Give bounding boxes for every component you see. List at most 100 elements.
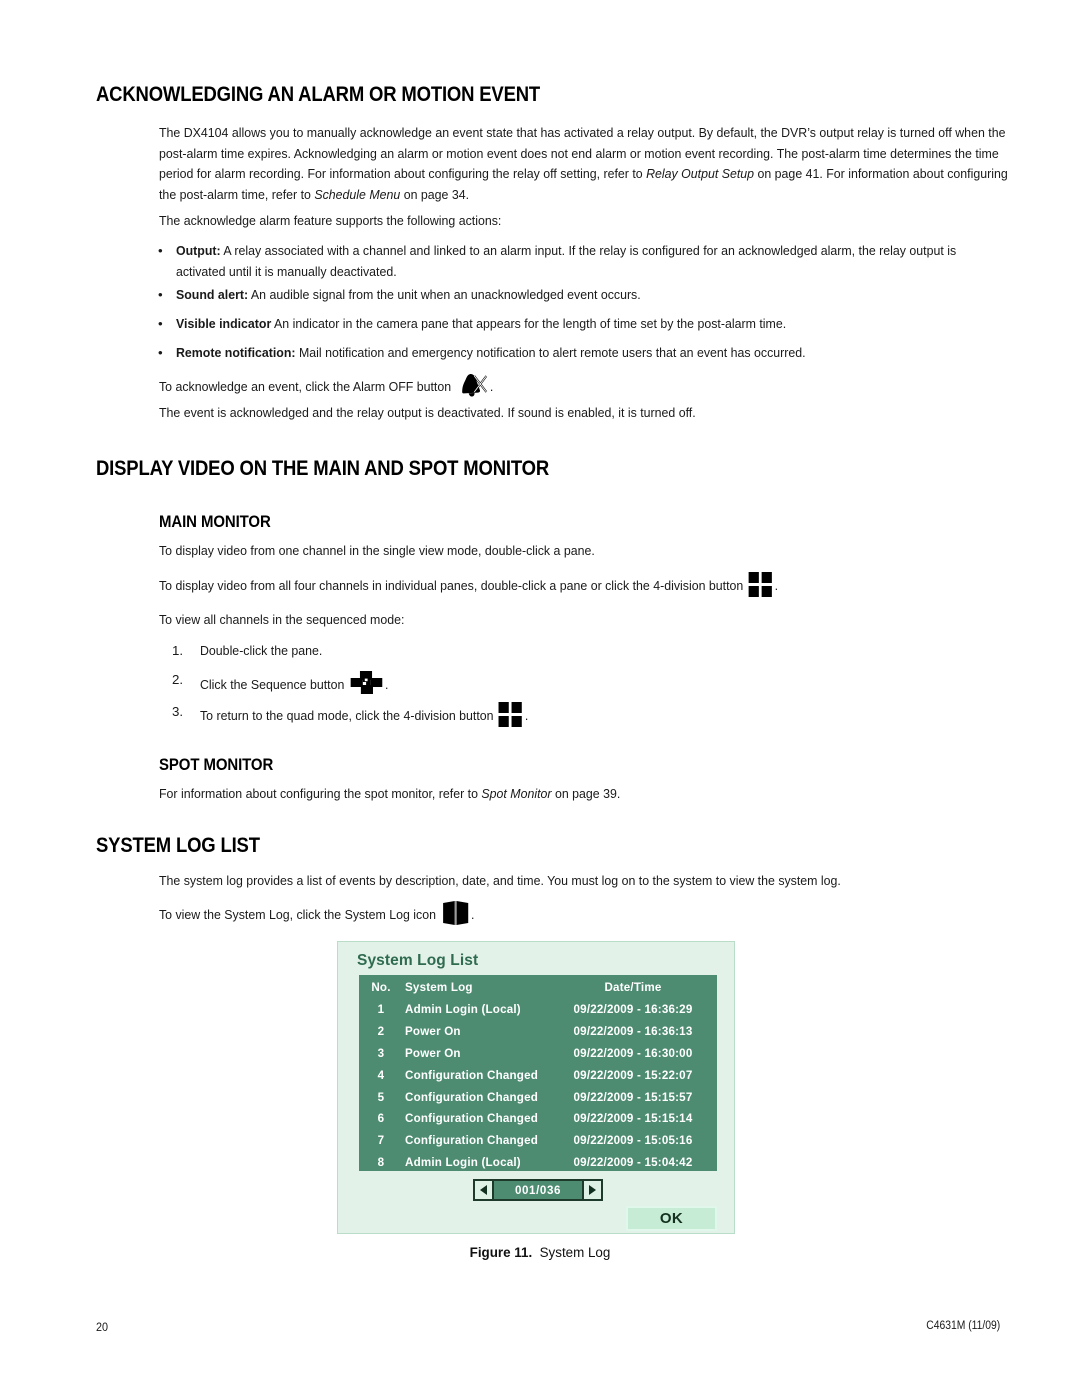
bell-slash-icon	[456, 372, 488, 398]
list-item: 1. Double-click the pane.	[172, 641, 1032, 662]
dialog-title: System Log List	[357, 952, 479, 969]
table-row[interactable]: 1 Admin Login (Local) 09/22/2009 - 16:36…	[359, 999, 717, 1021]
table-row[interactable]: 2 Power On 09/22/2009 - 16:36:13	[359, 1021, 717, 1043]
page-number: 20	[96, 1320, 109, 1334]
row-date: 09/22/2009 - 15:15:14	[573, 1112, 693, 1126]
table-row[interactable]: 5 Configuration Changed 09/22/2009 - 15:…	[359, 1086, 717, 1108]
table-row[interactable]: 3 Power On 09/22/2009 - 16:30:00	[359, 1043, 717, 1065]
row-no: 2	[377, 1025, 385, 1039]
chevron-right-icon	[589, 1185, 596, 1195]
row-no: 6	[377, 1112, 385, 1126]
row-date: 09/22/2009 - 15:15:57	[573, 1090, 693, 1104]
table-row[interactable]: 7 Configuration Changed 09/22/2009 - 15:…	[359, 1130, 717, 1152]
ack-click-line: To acknowledge an event, click the Alarm…	[159, 372, 977, 398]
bullet-content: Visible indicator An indicator in the ca…	[176, 314, 978, 335]
row-date: 09/22/2009 - 15:22:07	[573, 1068, 693, 1082]
row-no: 4	[377, 1068, 385, 1082]
pagination-control: 001/036	[473, 1179, 603, 1201]
bullet-text: An indicator in the camera pane that app…	[271, 316, 787, 331]
ack-result-line: The event is acknowledged and the relay …	[159, 405, 696, 420]
four-division-grid-icon	[748, 572, 773, 597]
heading-main-monitor: MAIN MONITOR	[159, 512, 271, 531]
bullet-marker: •	[158, 316, 163, 331]
open-book-icon	[441, 900, 469, 926]
row-date: 09/22/2009 - 16:30:00	[573, 1046, 693, 1060]
system-log-line-1: The system log provides a list of events…	[159, 873, 841, 888]
system-log-table: No. System Log Date/Time 1 Admin Login (…	[359, 975, 717, 1171]
bullet-label: Sound alert:	[176, 287, 249, 302]
page-indicator: 001/036	[494, 1179, 582, 1201]
row-log: Configuration Changed	[405, 1090, 539, 1104]
main-line2-period: .	[774, 578, 779, 593]
step-content: Click the Sequence button .	[200, 670, 974, 696]
figure-title: System Log	[539, 1245, 611, 1260]
row-date: 09/22/2009 - 16:36:29	[573, 1003, 693, 1017]
sequenced-mode-intro: To view all channels in the sequenced mo…	[159, 612, 405, 627]
ack-click-period: .	[489, 379, 494, 394]
bullet-text: A relay associated with a channel and li…	[176, 243, 957, 279]
row-no: 8	[377, 1155, 385, 1169]
document-code: C4631M (11/09)	[925, 1320, 1000, 1332]
table-header-row: No. System Log Date/Time	[359, 975, 717, 999]
row-no: 5	[377, 1090, 385, 1104]
row-no: 1	[377, 1003, 385, 1017]
chevron-left-icon	[480, 1185, 487, 1195]
table-row[interactable]: 8 Admin Login (Local) 09/22/2009 - 15:04…	[359, 1152, 717, 1174]
bullet-content: Sound alert: An audible signal from the …	[176, 285, 978, 306]
figure-label: Figure 11.	[469, 1245, 533, 1260]
list-item: 3. To return to the quad mode, click the…	[172, 702, 1032, 727]
row-date: 09/22/2009 - 16:36:13	[573, 1025, 693, 1039]
step-number: 2.	[172, 672, 184, 687]
main-monitor-line-1: To display video from one channel in the…	[159, 543, 595, 558]
list-item: • Visible indicator An indicator in the …	[158, 314, 1038, 335]
list-item: 2. Click the Sequence button .	[172, 670, 1032, 696]
document-page: ACKNOWLEDGING AN ALARM OR MOTION EVENT T…	[0, 0, 1080, 1397]
row-log: Configuration Changed	[405, 1068, 539, 1082]
step-period: .	[524, 708, 529, 723]
heading-acknowledging-alarm: ACKNOWLEDGING AN ALARM OR MOTION EVENT	[96, 82, 541, 106]
main-monitor-line-2: To display video from all four channels …	[159, 572, 996, 597]
prev-page-button[interactable]	[473, 1179, 494, 1201]
heading-spot-monitor: SPOT MONITOR	[159, 755, 274, 774]
syslog-text: To view the System Log, click the System…	[159, 907, 440, 922]
step-period: .	[385, 677, 389, 692]
row-log: Admin Login (Local)	[405, 1003, 521, 1017]
system-log-dialog: System Log List No. System Log Date/Time…	[337, 941, 735, 1234]
ack-supports-line: The acknowledge alarm feature supports t…	[159, 213, 502, 228]
next-page-button[interactable]	[582, 1179, 603, 1201]
table-row[interactable]: 6 Configuration Changed 09/22/2009 - 15:…	[359, 1108, 717, 1130]
step-text: To return to the quad mode, click the 4-…	[200, 708, 497, 723]
ack-intro-paragraph: The DX4104 allows you to manually acknow…	[159, 123, 1010, 205]
bullet-label: Visible indicator	[176, 316, 272, 331]
bullet-marker: •	[158, 287, 163, 302]
ref-relay-output-setup: Relay Output Setup	[646, 166, 755, 182]
spot-monitor-line: For information about configuring the sp…	[159, 784, 977, 805]
row-date: 09/22/2009 - 15:05:16	[573, 1134, 693, 1148]
ref-schedule-menu: Schedule Menu	[314, 186, 401, 202]
step-content: To return to the quad mode, click the 4-…	[200, 702, 974, 727]
ok-button[interactable]: OK	[626, 1206, 717, 1231]
row-log: Power On	[405, 1025, 461, 1039]
column-header-date: Date/Time	[604, 980, 662, 994]
spot-text-b: on page 39.	[551, 786, 621, 801]
table-row[interactable]: 4 Configuration Changed 09/22/2009 - 15:…	[359, 1064, 717, 1086]
syslog-period: .	[471, 907, 475, 922]
bullet-marker: •	[158, 345, 163, 360]
bullet-content: Remote notification: Mail notification a…	[176, 343, 978, 364]
row-no: 7	[377, 1134, 385, 1148]
column-header-log: System Log	[405, 980, 473, 994]
ref-spot-monitor: Spot Monitor	[481, 786, 552, 801]
list-item: • Output: A relay associated with a chan…	[158, 241, 1038, 282]
heading-display-video: DISPLAY VIDEO ON THE MAIN AND SPOT MONIT…	[96, 456, 550, 480]
sequence-pinwheel-icon	[350, 670, 383, 696]
system-log-line-2: To view the System Log, click the System…	[159, 900, 977, 926]
bullet-marker: •	[158, 243, 163, 258]
row-log: Configuration Changed	[405, 1134, 539, 1148]
step-number: 3.	[172, 704, 184, 719]
row-log: Configuration Changed	[405, 1112, 539, 1126]
bullet-label: Remote notification:	[176, 345, 296, 360]
column-header-no: No.	[371, 980, 391, 994]
bullet-label: Output:	[176, 243, 221, 258]
step-text: Click the Sequence button	[200, 677, 348, 692]
ack-intro-text-c: on page 34.	[400, 186, 470, 202]
